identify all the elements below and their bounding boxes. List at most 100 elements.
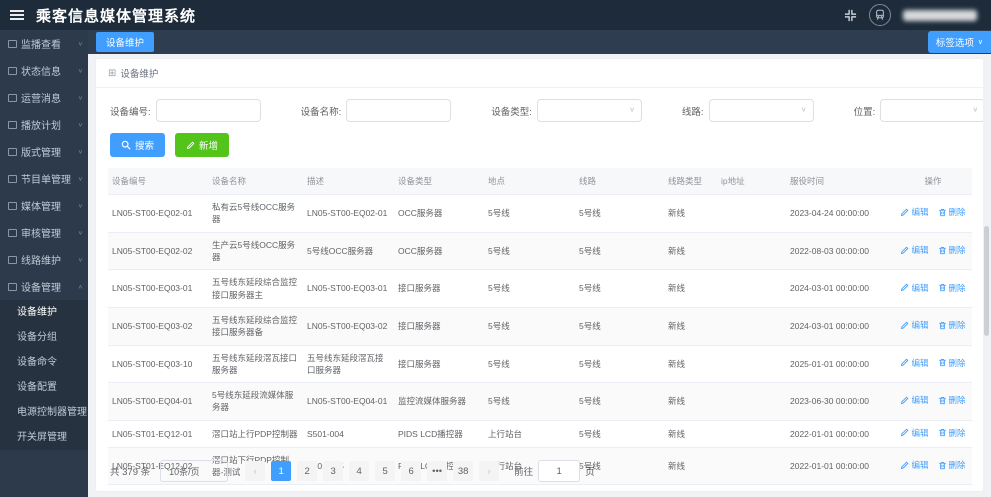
tab-device-maintain[interactable]: 设备维护: [96, 32, 155, 52]
sidebar-item[interactable]: 节目单管理 ∨: [0, 165, 88, 192]
sidebar-subitem[interactable]: 设备命令: [0, 350, 88, 375]
table-cell: 5号线: [484, 345, 575, 384]
page-button[interactable]: 6: [401, 461, 422, 481]
delete-button[interactable]: 删除: [938, 427, 966, 439]
sidebar-item[interactable]: 运营消息 ∨: [0, 84, 88, 111]
page-button[interactable]: 38: [453, 461, 474, 481]
filter-row: 设备编号: 设备名称: 设备类型: ∨ 线路: ∨ 位置: ∨: [96, 88, 983, 122]
sidebar-item[interactable]: 线路维护 ∨: [0, 246, 88, 273]
sidebar-item[interactable]: 审核管理 ∨: [0, 219, 88, 246]
filter-input[interactable]: [346, 99, 452, 122]
table-cell: 5号线: [575, 307, 664, 346]
column-header: 设备编号: [108, 168, 208, 195]
train-avatar-icon[interactable]: [869, 4, 891, 26]
table-body: LN05-ST00-EQ02-01 私有云5号线OCC服务器 LN05-ST00-E…: [108, 194, 972, 491]
delete-button[interactable]: 删除: [938, 206, 966, 218]
filter-group: 设备名称:: [301, 99, 452, 122]
jump-label: 前往: [514, 467, 534, 478]
vertical-scrollbar[interactable]: [983, 56, 990, 492]
tab-bar: 设备维护 标签选项 ∨: [88, 30, 991, 54]
edit-button[interactable]: 编辑: [900, 206, 929, 218]
chevron-down-icon: ∨: [77, 95, 83, 101]
page-button[interactable]: 3: [323, 461, 344, 481]
user-name-redacted[interactable]: [903, 9, 977, 21]
page-size-select[interactable]: 10条/页 ∨: [160, 460, 229, 482]
page-buttons: 1 2 3 4 5 6 ••• 38: [268, 461, 476, 481]
table-cell: LN05-ST01-EQ12-01: [108, 420, 208, 448]
add-button[interactable]: 新增: [175, 133, 230, 157]
next-page-button[interactable]: ›: [479, 461, 500, 481]
sidebar-subitem[interactable]: 开关屏管理: [0, 425, 88, 450]
jump-page-input[interactable]: [538, 460, 581, 482]
sidebar-item[interactable]: 版式管理 ∨: [0, 138, 88, 165]
edit-button[interactable]: 编辑: [900, 357, 929, 369]
table-row: LN05-ST00-EQ02-02 生产云5号线OCC服务器 5号线OCC服务器 OC…: [108, 232, 972, 271]
sidebar-item[interactable]: 监播查看 ∨: [0, 30, 88, 57]
page-button[interactable]: 5: [375, 461, 396, 481]
tag-options-button[interactable]: 标签选项 ∨: [927, 31, 991, 53]
line-maintain-icon: [8, 255, 17, 264]
menu-icon[interactable]: [10, 10, 24, 20]
monitor-view-icon: [8, 39, 17, 48]
sidebar-menu: 监播查看 ∨ 状态信息 ∨ 运营消息 ∨ 播放计划 ∨ 版式管理 ∨ 节目单管理 ∨ 媒体管理 ∨ 审核管理…: [0, 30, 88, 450]
table-cell: LN05-ST00-EQ03-01: [108, 269, 208, 308]
table-row: LN05-ST00-EQ02-01 私有云5号线OCC服务器 LN05-ST00-E…: [108, 194, 972, 233]
table-row: LN05-ST00-EQ03-01 五号线东延段综合监控接口服务器主 LN05-ST…: [108, 269, 972, 308]
filter-label: 设备类型:: [491, 106, 532, 118]
filter-group: 线路: ∨: [682, 99, 814, 122]
edit-button[interactable]: 编辑: [900, 244, 929, 256]
sidebar-item-label: 媒体管理: [21, 202, 61, 213]
column-header: 服役时间: [786, 168, 894, 195]
table-cell: S501-004: [303, 420, 394, 448]
chevron-down-icon: ∨: [77, 230, 83, 236]
sidebar-item[interactable]: 状态信息 ∨: [0, 57, 88, 84]
sidebar-item[interactable]: 媒体管理 ∨: [0, 192, 88, 219]
table-cell: [717, 232, 786, 271]
table-cell: 新线: [664, 307, 717, 346]
edit-button[interactable]: 编辑: [900, 394, 929, 406]
page-ellipsis[interactable]: •••: [427, 461, 448, 481]
column-header: 线路: [575, 168, 664, 195]
prev-page-button[interactable]: ‹: [245, 461, 266, 481]
filter-select[interactable]: ∨: [708, 99, 814, 122]
search-button[interactable]: 搜索: [110, 133, 166, 157]
table-cell: 接口服务器: [394, 307, 484, 346]
delete-button[interactable]: 删除: [938, 282, 966, 294]
chevron-down-icon: ∨: [77, 257, 83, 263]
delete-button[interactable]: 删除: [938, 319, 966, 331]
edit-button[interactable]: 编辑: [900, 282, 929, 294]
table-header-row: 设备编号 设备名称 描述 设备类型 地点 线路 线路类型 ip地址 服役时间 操作: [108, 168, 972, 195]
sidebar-subitem[interactable]: 设备分组: [0, 325, 88, 350]
delete-button[interactable]: 删除: [938, 244, 966, 256]
filter-select[interactable]: ∨: [880, 99, 983, 122]
table-cell: 5号线: [484, 194, 575, 233]
chevron-down-icon: ∨: [215, 467, 222, 475]
filter-select[interactable]: ∨: [536, 99, 642, 122]
sidebar-item-label: 版式管理: [21, 148, 61, 159]
edit-button[interactable]: 编辑: [900, 427, 929, 439]
table-row: LN05-ST00-EQ04-01 5号线东延段流媒体服务器 LN05-ST00-E…: [108, 382, 972, 421]
page-button[interactable]: 2: [297, 461, 318, 481]
sidebar-subitem[interactable]: 设备配置: [0, 375, 88, 400]
page-button[interactable]: 4: [349, 461, 370, 481]
delete-button[interactable]: 删除: [938, 394, 966, 406]
filter-label: 线路:: [681, 106, 704, 118]
row-actions: 编辑删除: [894, 232, 972, 271]
filter-input[interactable]: [155, 99, 261, 122]
table-row: LN05-ST00-EQ03-02 五号线东延段综合监控接口服务器备 LN05-ST…: [108, 307, 972, 346]
sidebar: 监播查看 ∨ 状态信息 ∨ 运营消息 ∨ 播放计划 ∨ 版式管理 ∨ 节目单管理 ∨ 媒体管理 ∨ 审核管理…: [0, 30, 88, 497]
delete-button[interactable]: 删除: [938, 357, 966, 369]
page-button[interactable]: 1: [271, 461, 292, 481]
main-area: 设备维护 标签选项 ∨ ⊞ 设备维护 设备编号: 设备名称: 设备类型: ∨ 线路: ∨ 位…: [88, 30, 991, 497]
scrollbar-thumb[interactable]: [984, 226, 989, 336]
sidebar-item[interactable]: 设备管理 ∧: [0, 273, 88, 300]
sidebar-subitem[interactable]: 电源控制器管理: [0, 400, 88, 425]
fullscreen-icon[interactable]: [844, 9, 857, 22]
sidebar-item[interactable]: 播放计划 ∨: [0, 111, 88, 138]
edit-button[interactable]: 编辑: [900, 319, 929, 331]
sidebar-subitem[interactable]: 设备维护: [0, 300, 88, 325]
status-info-icon: [8, 66, 17, 75]
table-cell: LN05-ST00-EQ02-01: [303, 194, 394, 233]
table-cell: 接口服务器: [394, 345, 484, 384]
table-cell: 2024-03-01 00:00:00: [786, 307, 894, 346]
